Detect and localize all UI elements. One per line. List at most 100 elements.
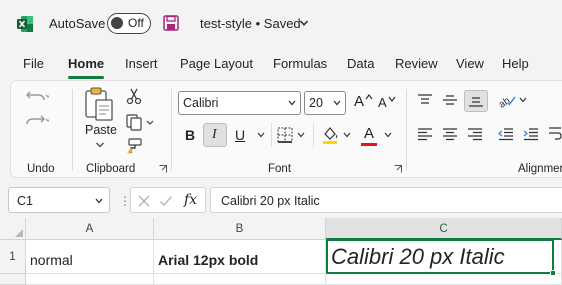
group-label-alignment: Alignmer: [518, 163, 562, 175]
group-divider: [406, 89, 407, 171]
toggle-knob: [111, 17, 123, 29]
tab-file[interactable]: File: [23, 56, 44, 71]
decrease-indent-icon[interactable]: [498, 127, 514, 141]
copy-icon[interactable]: [125, 113, 155, 131]
paste-icon[interactable]: [83, 86, 117, 122]
cell-c2[interactable]: [326, 274, 562, 285]
cell-b1-value: Arial 12px bold: [158, 252, 259, 268]
chevron-down-icon: [95, 198, 103, 204]
select-all-triangle: [15, 229, 23, 237]
chevron-down-icon[interactable]: [299, 18, 309, 28]
fill-color-icon[interactable]: [321, 125, 339, 145]
dialog-launcher-icon[interactable]: [394, 165, 402, 173]
align-bottom-icon: [469, 97, 483, 107]
chevron-down-icon: [288, 100, 296, 106]
ribbon-tabs: File Home Insert Page Layout Formulas Da…: [0, 48, 562, 80]
cut-icon[interactable]: [125, 87, 143, 105]
dialog-launcher-icon[interactable]: [159, 165, 167, 173]
italic-button[interactable]: I: [203, 123, 227, 147]
align-center-icon[interactable]: [442, 127, 458, 141]
underline-button[interactable]: U: [235, 127, 245, 143]
align-bottom-button[interactable]: [464, 90, 488, 112]
column-header-b[interactable]: B: [154, 218, 326, 240]
cell-a1[interactable]: normal: [26, 240, 154, 274]
formula-input[interactable]: Calibri 20 px Italic: [210, 187, 562, 213]
cell-a1-value: normal: [30, 252, 73, 268]
name-box[interactable]: C1: [8, 187, 110, 213]
column-header-a[interactable]: A: [26, 218, 154, 240]
wrap-text-icon[interactable]: [548, 125, 562, 143]
cell-b2[interactable]: [154, 274, 326, 285]
enter-icon[interactable]: [159, 194, 173, 208]
save-icon[interactable]: [163, 15, 179, 31]
tab-help[interactable]: Help: [502, 56, 529, 71]
chevron-down-icon[interactable]: [519, 97, 527, 103]
document-title[interactable]: test-style • Saved: [200, 16, 301, 31]
align-left-icon[interactable]: [417, 127, 433, 141]
font-size-dropdown[interactable]: 20: [304, 91, 346, 115]
tab-view[interactable]: View: [456, 56, 484, 71]
font-name-dropdown[interactable]: Calibri: [178, 91, 301, 115]
format-painter-icon[interactable]: [125, 137, 143, 155]
group-label-clipboard: Clipboard: [86, 163, 136, 175]
insert-function-icon[interactable]: fx: [184, 192, 197, 208]
tab-review[interactable]: Review: [395, 56, 438, 71]
ribbon: Undo Paste Clipboard Calibri 20 A A B I …: [10, 80, 562, 178]
autosave-label: AutoSave: [49, 16, 106, 31]
tab-insert[interactable]: Insert: [125, 56, 158, 71]
font-color-button[interactable]: A: [364, 125, 374, 142]
chevron-down-icon[interactable]: [343, 132, 351, 138]
cell-b1[interactable]: Arial 12px bold: [154, 240, 326, 274]
row-header-1[interactable]: 1: [0, 240, 26, 274]
tab-formulas[interactable]: Formulas: [273, 56, 327, 71]
group-label-undo: Undo: [27, 163, 55, 175]
undo-icon[interactable]: [25, 87, 49, 105]
autosave-toggle[interactable]: Off: [107, 13, 151, 34]
orientation-icon[interactable]: ab: [497, 91, 517, 109]
caret-up-icon: [365, 94, 373, 100]
name-box-value: C1: [17, 194, 33, 208]
chevron-down-icon[interactable]: [95, 141, 105, 149]
grow-font-button[interactable]: A: [354, 93, 364, 110]
group-label-font: Font: [268, 163, 292, 175]
font-name-value: Calibri: [183, 96, 219, 110]
shrink-font-button[interactable]: A: [378, 95, 387, 110]
active-cell-border: [326, 239, 556, 276]
chevron-down-icon[interactable]: [257, 132, 265, 138]
align-middle-icon[interactable]: [442, 93, 458, 107]
select-all-button[interactable]: [0, 218, 26, 240]
excel-logo-icon: [17, 16, 33, 32]
title-bar: AutoSave Off test-style • Saved: [0, 0, 562, 48]
autosave-state: Off: [128, 16, 144, 30]
align-right-icon[interactable]: [467, 127, 483, 141]
chevron-down-icon: [333, 100, 341, 106]
tab-page-layout[interactable]: Page Layout: [180, 56, 253, 71]
bold-button[interactable]: B: [185, 127, 195, 143]
group-divider: [171, 89, 172, 171]
chevron-down-icon[interactable]: [297, 132, 305, 138]
cancel-icon[interactable]: [137, 194, 151, 208]
paste-label[interactable]: Paste: [85, 123, 117, 137]
align-top-icon[interactable]: [417, 93, 433, 107]
tab-data[interactable]: Data: [347, 56, 374, 71]
divider: [313, 123, 314, 147]
chevron-down-icon[interactable]: [384, 132, 392, 138]
font-size-value: 20: [309, 96, 323, 110]
divider: [271, 123, 272, 147]
tab-home[interactable]: Home: [68, 56, 104, 71]
italic-label: I: [212, 127, 217, 142]
borders-icon[interactable]: [277, 127, 293, 143]
font-color-swatch: [361, 143, 377, 146]
caret-down-icon: [388, 96, 396, 102]
formula-bar: C1 ⋮ fx Calibri 20 px Italic: [0, 186, 562, 216]
increase-indent-icon[interactable]: [523, 127, 539, 141]
formula-value: Calibri 20 px Italic: [221, 194, 320, 208]
active-tab-indicator: [68, 76, 104, 79]
redo-icon[interactable]: [25, 111, 49, 129]
column-header-c[interactable]: C: [326, 218, 562, 240]
cell-a2[interactable]: [26, 274, 154, 285]
fill-handle[interactable]: [550, 270, 556, 276]
group-divider: [72, 89, 73, 171]
row-header-2[interactable]: [0, 274, 26, 285]
worksheet-grid: A B C 1 normal Arial 12px bold Calibri 2…: [0, 218, 562, 285]
